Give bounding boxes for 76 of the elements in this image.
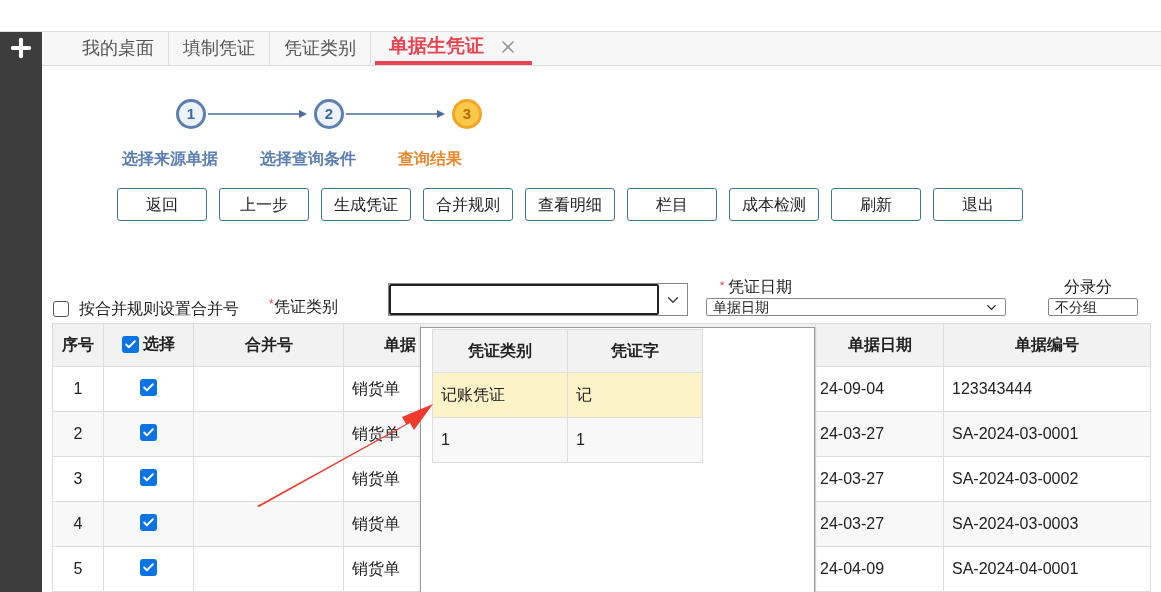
- entry-group-label: 分录分: [1063, 277, 1113, 297]
- toolbar-button[interactable]: 查看明细: [525, 188, 615, 221]
- required-mark: *: [269, 296, 274, 311]
- tab[interactable]: 凭证类别: [270, 32, 370, 65]
- checkbox[interactable]: [140, 379, 157, 396]
- table-cell: 123343444: [952, 380, 1033, 397]
- required-mark: *: [719, 278, 725, 295]
- check-icon: [142, 561, 155, 574]
- step-label: 选择查询条件: [260, 149, 356, 169]
- step-label: 查询结果: [398, 149, 462, 169]
- step-number: 1: [176, 99, 206, 129]
- tab[interactable]: 单据生凭证: [375, 32, 532, 65]
- check-icon: [142, 381, 155, 394]
- column-header: 凭证字: [611, 342, 659, 359]
- toolbar-button[interactable]: 栏目: [627, 188, 717, 221]
- checkbox[interactable]: [140, 559, 157, 576]
- toolbar-button[interactable]: 退出: [933, 188, 1023, 221]
- table-cell: 销货单: [352, 380, 400, 397]
- voucher-type-label: 凭证类别: [273, 297, 338, 317]
- merge-label: 按合并规则设置合并号: [79, 299, 239, 319]
- table-cell: SA-2024-04-0001: [952, 560, 1079, 577]
- check-icon: [142, 426, 155, 439]
- voucher-date-label: 凭证日期: [728, 277, 793, 297]
- check-icon: [124, 337, 137, 351]
- column-header: 选择: [143, 334, 175, 355]
- tab[interactable]: 填制凭证: [169, 32, 269, 65]
- table-cell: 记账凭证: [441, 386, 505, 403]
- table-cell: 3: [73, 470, 83, 487]
- checkbox[interactable]: [140, 514, 157, 531]
- toolbar-button[interactable]: 成本检测: [729, 188, 819, 221]
- table-cell: 销货单: [352, 515, 400, 532]
- toolbar-button[interactable]: 生成凭证: [321, 188, 411, 221]
- table-cell: 1: [441, 431, 450, 448]
- column-header: 单据: [383, 335, 417, 355]
- arrow-icon: [208, 109, 308, 119]
- table-cell: 24-03-27: [820, 515, 885, 532]
- step-number: 2: [314, 99, 344, 129]
- checkbox[interactable]: [140, 424, 157, 441]
- table-cell: 1: [73, 380, 83, 397]
- column-header: 单据日期: [847, 336, 912, 353]
- checkbox[interactable]: [53, 301, 69, 317]
- table-cell: 销货单: [352, 560, 400, 577]
- check-icon: [142, 471, 155, 484]
- table-cell: 2: [73, 425, 83, 442]
- table-cell: 1: [576, 431, 585, 448]
- table-cell: SA-2024-03-0002: [952, 470, 1079, 487]
- toolbar-button[interactable]: 返回: [117, 188, 207, 221]
- table-cell: 24-03-27: [820, 425, 885, 442]
- step-number: 3: [452, 99, 482, 129]
- toolbar-button[interactable]: 上一步: [219, 188, 309, 221]
- table-cell: 5: [73, 560, 83, 577]
- checkbox[interactable]: [122, 335, 139, 353]
- table-cell: 4: [73, 515, 83, 532]
- column-header: 合并号: [244, 336, 293, 353]
- toolbar-button[interactable]: 刷新: [831, 188, 921, 221]
- checkbox[interactable]: [140, 469, 157, 486]
- check-icon: [142, 516, 155, 529]
- table-cell: 24-03-27: [820, 470, 885, 487]
- tab[interactable]: 我的桌面: [68, 32, 168, 65]
- dropdown-row[interactable]: 记账凭证 记: [432, 372, 703, 418]
- table-cell: 24-04-09: [820, 560, 885, 577]
- column-header: 序号: [62, 336, 94, 353]
- entry-group-select[interactable]: 不分组: [1047, 298, 1138, 316]
- column-header: 单据编号: [1015, 336, 1079, 353]
- dropdown-row[interactable]: 1 1: [432, 417, 703, 463]
- table-cell: 销货单: [352, 470, 400, 487]
- voucher-type-combo[interactable]: [387, 283, 688, 316]
- table-cell: SA-2024-03-0001: [952, 425, 1079, 442]
- voucher-date-select[interactable]: 单据日期: [705, 298, 1006, 316]
- table-cell: 记: [576, 386, 592, 403]
- step-label: 选择来源单据: [122, 149, 218, 169]
- table-cell: 24-09-04: [820, 380, 885, 397]
- table-cell: SA-2024-03-0003: [952, 515, 1079, 532]
- column-header: 凭证类别: [468, 342, 532, 359]
- arrow-icon: [346, 109, 446, 119]
- toolbar-button[interactable]: 合并规则: [423, 188, 513, 221]
